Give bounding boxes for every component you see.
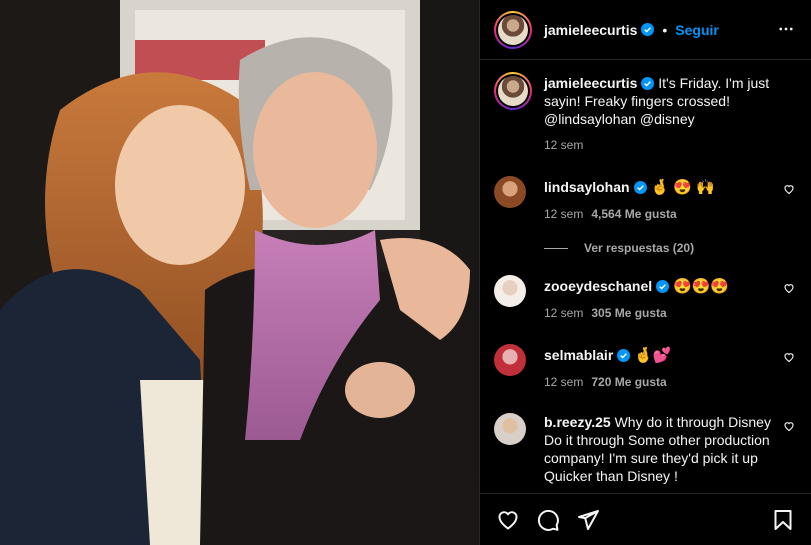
- follow-button[interactable]: Seguir: [675, 22, 719, 38]
- comment-username[interactable]: selmablair: [544, 347, 613, 363]
- comment-like-heart-icon[interactable]: [783, 351, 795, 363]
- header-separator: •: [662, 21, 668, 38]
- comment-likes[interactable]: 4,564 Me gusta: [591, 207, 676, 221]
- comment-item: zooeydeschanel 😍😍😍 12 sem 305 Me gusta: [494, 275, 797, 322]
- save-button[interactable]: [771, 508, 795, 532]
- comment-text: 🤞 😍 🙌: [650, 179, 715, 196]
- verified-badge-icon: [617, 349, 631, 362]
- comment-time[interactable]: 12 sem: [544, 306, 583, 320]
- commenter-avatar[interactable]: [494, 413, 526, 445]
- comment-time[interactable]: 12 sem: [544, 375, 583, 389]
- comment-time[interactable]: 12 sem: [544, 207, 583, 221]
- caption: jamieleecurtis It's Friday. I'm just say…: [494, 72, 797, 154]
- caption-text-block: jamieleecurtis It's Friday. I'm just say…: [544, 74, 775, 128]
- post-side-panel: jamieleecurtis • Seguir jamieleecurtis I…: [479, 0, 811, 545]
- comment-text: 😍😍😍: [673, 278, 730, 295]
- comment-like-heart-icon[interactable]: [783, 183, 795, 195]
- verified-badge-icon: [641, 23, 655, 36]
- comment-item: selmablair 🤞💕 12 sem 720 Me gusta: [494, 344, 797, 391]
- comments-list[interactable]: jamieleecurtis It's Friday. I'm just say…: [480, 60, 811, 497]
- comment-button[interactable]: [536, 508, 560, 532]
- comment-like-heart-icon[interactable]: [783, 282, 795, 294]
- caption-avatar-image: [498, 76, 528, 106]
- post-header: jamieleecurtis • Seguir: [480, 0, 811, 60]
- author-username[interactable]: jamieleecurtis: [544, 22, 637, 38]
- comment-username[interactable]: zooeydeschanel: [544, 278, 652, 294]
- post-photo-image: [0, 0, 479, 545]
- caption-avatar[interactable]: [494, 72, 532, 110]
- post-photo[interactable]: [0, 0, 479, 545]
- verified-badge-icon: [656, 280, 670, 293]
- instagram-post: jamieleecurtis • Seguir jamieleecurtis I…: [0, 0, 811, 545]
- share-button[interactable]: [576, 508, 600, 532]
- like-button[interactable]: [496, 508, 520, 532]
- caption-username[interactable]: jamieleecurtis: [544, 75, 637, 91]
- share-icon: [578, 509, 599, 530]
- verified-badge-icon: [633, 181, 647, 194]
- commenter-avatar[interactable]: [494, 176, 526, 208]
- comment-like-heart-icon[interactable]: [783, 420, 795, 432]
- commenter-avatar[interactable]: [494, 275, 526, 307]
- view-replies-label: Ver respuestas (20): [584, 241, 695, 255]
- comment-item: b.reezy.25 Why do it through Disney Do i…: [494, 413, 797, 485]
- bookmark-icon: [774, 509, 792, 530]
- comment-icon: [537, 509, 559, 531]
- author-avatar-image: [498, 14, 528, 45]
- more-horizontal-icon[interactable]: [777, 20, 795, 38]
- comment-likes[interactable]: 720 Me gusta: [591, 375, 666, 389]
- view-replies-button[interactable]: Ver respuestas (20): [544, 241, 797, 255]
- comment-text: 🤞💕: [634, 347, 672, 364]
- comment-username[interactable]: lindsaylohan: [544, 179, 630, 195]
- verified-badge-icon: [641, 77, 655, 90]
- caption-time[interactable]: 12 sem: [544, 136, 775, 154]
- comment-likes[interactable]: 305 Me gusta: [591, 306, 666, 320]
- commenter-avatar[interactable]: [494, 344, 526, 376]
- comment-username[interactable]: b.reezy.25: [544, 414, 611, 430]
- comment-item: lindsaylohan 🤞 😍 🙌 12 sem 4,564 Me gusta: [494, 176, 797, 223]
- replies-line: [544, 247, 568, 249]
- heart-icon: [498, 510, 518, 529]
- post-actions-bar: [480, 493, 811, 545]
- author-avatar[interactable]: [494, 10, 532, 49]
